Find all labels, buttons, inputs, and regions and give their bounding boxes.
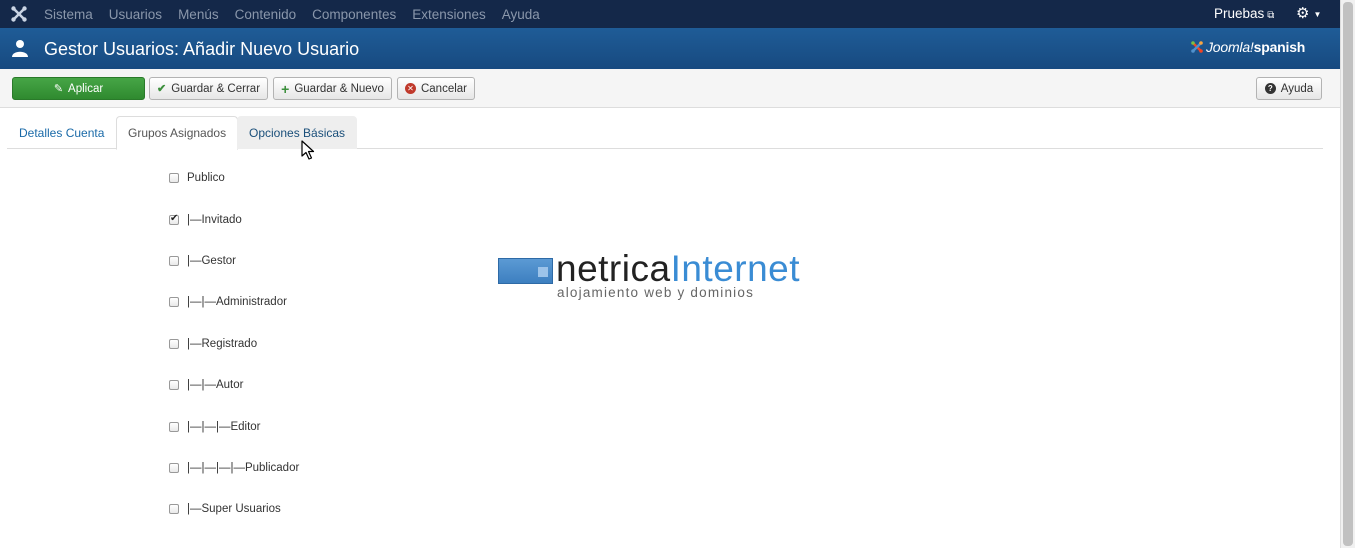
menu-item-menus[interactable]: Menús <box>178 7 219 22</box>
group-label: |—|—Autor <box>187 379 244 391</box>
group-label: |—Gestor <box>187 255 236 267</box>
cancel-button[interactable]: ✕ Cancelar <box>397 77 475 100</box>
help-label: Ayuda <box>1280 82 1314 95</box>
group-item-super-usuarios[interactable]: |—Super Usuarios <box>169 503 281 515</box>
group-label: |—|—|—Editor <box>187 421 261 433</box>
site-link-label: Pruebas <box>1214 6 1265 21</box>
group-item-registrado[interactable]: |—Registrado <box>169 338 257 350</box>
group-checkbox[interactable] <box>169 504 179 514</box>
menu-item-extensiones[interactable]: Extensiones <box>412 7 486 22</box>
watermark-name-b: Internet <box>670 248 801 289</box>
apply-button[interactable]: ✎ Aplicar <box>12 77 145 100</box>
menu-item-ayuda[interactable]: Ayuda <box>502 7 540 22</box>
cancel-circle-icon: ✕ <box>404 83 416 94</box>
gear-icon: ⚙ <box>1296 5 1310 22</box>
cancel-label: Cancelar <box>420 82 468 95</box>
joomla-logo-icon[interactable] <box>10 5 28 23</box>
joomla-spanish-logo: Joomla!spanish <box>1190 39 1305 55</box>
group-checkbox[interactable] <box>169 339 179 349</box>
edit-icon: ✎ <box>53 83 64 95</box>
group-item-publico[interactable]: Publico <box>169 172 225 184</box>
watermark-name-a: netrica <box>556 248 671 289</box>
page-header: Gestor Usuarios: Añadir Nuevo Usuario Jo… <box>0 28 1340 69</box>
joomla-brand-icon <box>1191 41 1203 53</box>
page-title: Gestor Usuarios: Añadir Nuevo Usuario <box>44 39 360 59</box>
group-label: |—|—Administrador <box>187 296 287 308</box>
group-item-autor[interactable]: |—|—Autor <box>169 379 243 391</box>
top-menu-bar: Sistema Usuarios Menús Contenido Compone… <box>0 0 1340 28</box>
menu-item-componentes[interactable]: Componentes <box>312 7 396 22</box>
group-item-invitado[interactable]: |—Invitado <box>169 213 242 226</box>
group-checkbox[interactable] <box>169 213 179 225</box>
group-checkbox[interactable] <box>169 380 179 390</box>
group-item-publicador[interactable]: |—|—|—|—Publicador <box>169 462 299 474</box>
netrica-logo-bar-icon <box>498 258 553 284</box>
user-icon <box>12 40 28 57</box>
group-item-administrador[interactable]: |—|—Administrador <box>169 296 287 308</box>
apply-label: Aplicar <box>68 82 104 95</box>
brand-spanish: spanish <box>1253 39 1306 55</box>
group-checkbox[interactable] <box>169 463 179 473</box>
tab-grupos-asignados[interactable]: Grupos Asignados <box>116 116 239 150</box>
plus-icon: + <box>281 80 290 97</box>
group-label: |—Invitado <box>187 214 242 226</box>
question-circle-icon: ? <box>1264 83 1276 94</box>
vertical-scrollbar[interactable] <box>1340 0 1355 548</box>
watermark-name: netricaInternet <box>556 248 800 290</box>
save-close-label: Guardar & Cerrar <box>171 82 261 95</box>
site-link[interactable]: Pruebas ⧉ <box>1214 6 1274 21</box>
watermark-tagline: alojamiento web y dominios <box>557 285 755 300</box>
mouse-cursor-icon <box>301 140 315 160</box>
save-close-button[interactable]: ✔ Guardar & Cerrar <box>149 77 268 100</box>
group-checkbox[interactable] <box>169 173 179 183</box>
menu-item-contenido[interactable]: Contenido <box>235 7 297 22</box>
scrollbar-thumb[interactable] <box>1343 2 1353 546</box>
group-label: |—Super Usuarios <box>187 503 281 515</box>
tab-bar: Detalles Cuenta Grupos Asignados Opcione… <box>7 116 1323 150</box>
group-label: Publico <box>187 172 225 184</box>
group-item-gestor[interactable]: |—Gestor <box>169 255 236 267</box>
save-new-label: Guardar & Nuevo <box>294 82 384 95</box>
settings-dropdown[interactable]: ⚙ ▼ <box>1296 4 1321 22</box>
main-menu: Sistema Usuarios Menús Contenido Compone… <box>44 0 556 28</box>
tab-opciones-basicas[interactable]: Opciones Básicas <box>237 116 358 149</box>
caret-down-icon: ▼ <box>1313 9 1322 19</box>
group-label: |—Registrado <box>187 338 258 350</box>
group-checkbox[interactable] <box>169 256 179 266</box>
check-icon: ✔ <box>156 83 167 95</box>
group-checkbox[interactable] <box>169 297 179 307</box>
group-label: |—|—|—|—Publicador <box>187 462 300 474</box>
save-new-button[interactable]: + Guardar & Nuevo <box>273 77 392 100</box>
menu-item-usuarios[interactable]: Usuarios <box>109 7 162 22</box>
group-item-editor[interactable]: |—|—|—Editor <box>169 421 261 433</box>
help-button[interactable]: ? Ayuda <box>1256 77 1322 100</box>
group-checkbox[interactable] <box>169 422 179 432</box>
tab-detalles-cuenta[interactable]: Detalles Cuenta <box>7 116 116 149</box>
toolbar: ✎ Aplicar ✔ Guardar & Cerrar + Guardar & Nu… <box>0 69 1340 108</box>
external-link-icon: ⧉ <box>1267 10 1275 21</box>
menu-item-sistema[interactable]: Sistema <box>44 7 93 22</box>
brand-joomla: Joomla! <box>1206 39 1254 55</box>
